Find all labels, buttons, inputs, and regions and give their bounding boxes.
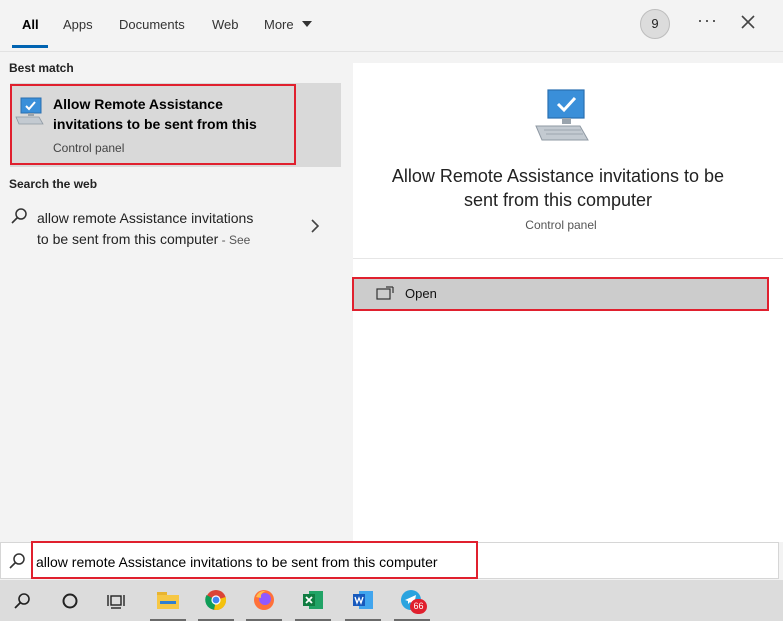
taskbar-cortana-button[interactable] bbox=[47, 580, 91, 621]
preview-title-line2: sent from this computer bbox=[463, 190, 653, 210]
cortana-icon bbox=[62, 593, 78, 609]
best-match-heading: Best match bbox=[9, 61, 74, 75]
notification-badge: 66 bbox=[410, 599, 427, 614]
tab-apps[interactable]: Apps bbox=[63, 17, 93, 32]
taskbar-firefox[interactable] bbox=[242, 580, 286, 621]
web-result-see-suffix: - See bbox=[218, 233, 251, 247]
remote-assistance-computer-icon bbox=[535, 89, 589, 141]
search-the-web-heading: Search the web bbox=[9, 177, 98, 191]
taskbar-excel[interactable] bbox=[291, 580, 335, 621]
preview-subtitle: Control panel bbox=[525, 218, 597, 232]
tab-all[interactable]: All bbox=[22, 17, 39, 32]
web-result-query: to be sent from this computer bbox=[37, 231, 219, 247]
taskbar-search-button[interactable] bbox=[0, 580, 44, 621]
web-result-line2[interactable]: to be sent from this computer - See bbox=[37, 231, 250, 247]
web-result-line1[interactable]: allow remote Assistance invitations bbox=[37, 210, 253, 226]
close-icon[interactable] bbox=[738, 12, 758, 32]
task-view-icon bbox=[107, 595, 125, 609]
word-icon bbox=[353, 591, 373, 609]
preview-divider bbox=[353, 258, 783, 259]
excel-icon bbox=[303, 591, 323, 609]
chrome-icon bbox=[205, 590, 227, 611]
taskbar-chrome[interactable] bbox=[194, 580, 238, 621]
search-icon bbox=[14, 593, 30, 609]
tab-more[interactable]: More bbox=[264, 17, 294, 32]
preview-title-line1: Allow Remote Assistance invitations to b… bbox=[391, 166, 725, 186]
more-options-button[interactable]: ··· bbox=[697, 10, 718, 31]
taskbar-word[interactable] bbox=[341, 580, 385, 621]
taskbar-file-explorer[interactable] bbox=[146, 580, 190, 621]
firefox-icon bbox=[254, 590, 274, 610]
search-icon bbox=[11, 208, 27, 224]
chevron-down-icon[interactable] bbox=[302, 21, 312, 27]
open-highlight-box bbox=[352, 277, 769, 311]
taskbar-telegram[interactable]: 66 bbox=[390, 580, 434, 621]
best-match-highlight-box bbox=[10, 84, 296, 165]
search-icon bbox=[9, 553, 25, 569]
rewards-points-badge[interactable]: 9 bbox=[640, 9, 670, 39]
taskbar-task-view-button[interactable] bbox=[94, 580, 138, 621]
tab-web[interactable]: Web bbox=[212, 17, 239, 32]
tab-documents[interactable]: Documents bbox=[119, 17, 185, 32]
tab-all-underline bbox=[12, 45, 48, 48]
search-highlight-box bbox=[31, 541, 478, 579]
chevron-right-icon[interactable] bbox=[310, 219, 320, 233]
file-explorer-icon bbox=[157, 592, 179, 609]
